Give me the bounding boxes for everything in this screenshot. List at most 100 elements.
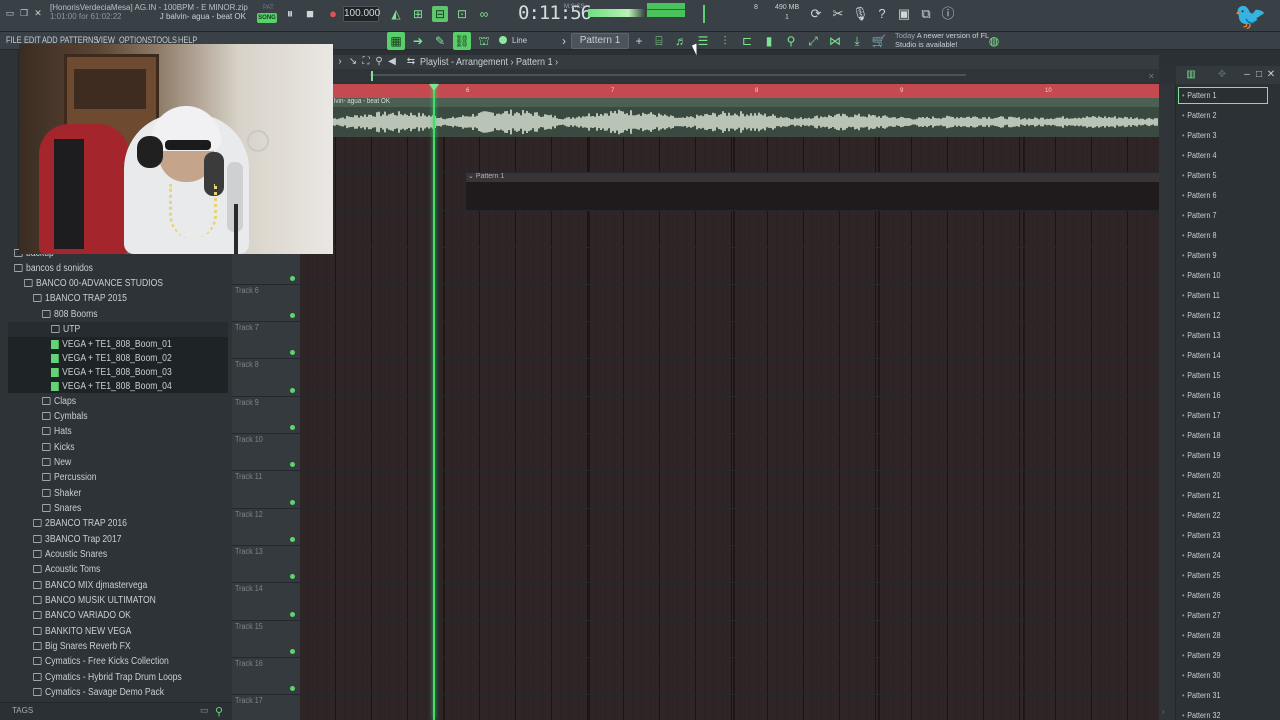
maximize-icon[interactable]: □ <box>1253 69 1265 81</box>
track-name[interactable]: Track 12 <box>235 510 263 519</box>
pattern-item[interactable]: Pattern 17 <box>1182 411 1220 420</box>
blend-notes-icon[interactable]: ⊡ <box>454 6 470 22</box>
song-mode-toggle[interactable]: SONG <box>257 13 277 23</box>
tree-folder[interactable]: UTP <box>51 323 80 337</box>
track-name[interactable]: Track 16 <box>235 659 263 668</box>
pattern-item[interactable]: Pattern 31 <box>1182 691 1220 700</box>
track-name[interactable]: Track 7 <box>235 323 259 332</box>
browser-icon[interactable]: ⌸ <box>650 32 668 50</box>
timeline-ruler[interactable] <box>333 84 1159 98</box>
playlist-scroll[interactable] <box>333 69 1159 83</box>
pattern-item[interactable]: Pattern 16 <box>1182 391 1220 400</box>
fullscreen-icon[interactable]: ⛶ <box>361 57 371 67</box>
pattern-item[interactable]: Pattern 10 <box>1182 271 1220 280</box>
pattern-item[interactable]: Pattern 19 <box>1182 451 1220 460</box>
pattern-item[interactable]: Pattern 27 <box>1182 611 1220 620</box>
channel-rack-icon[interactable]: ♬ <box>672 32 690 50</box>
tree-folder[interactable]: Cymbals <box>42 410 87 424</box>
arrow-right-icon[interactable]: ➔ <box>409 32 427 50</box>
pattern-item[interactable]: Pattern 23 <box>1182 531 1220 540</box>
minimize-icon[interactable]: ▭ <box>5 8 15 18</box>
track-name[interactable]: Track 8 <box>235 360 259 369</box>
pattern-tree-icon[interactable]: ⊏ <box>738 32 756 50</box>
tree-audio-file[interactable]: VEGA + TE1_808_Boom_02 <box>51 352 172 366</box>
picker-view-icon[interactable]: ▥ <box>1185 69 1197 81</box>
tree-folder[interactable]: BANCO 00-ADVANCE STUDIOS <box>24 277 163 291</box>
save-icon[interactable]: ▣ <box>896 6 912 22</box>
pattern-item[interactable]: Pattern 29 <box>1182 651 1220 660</box>
pattern-item[interactable]: Pattern 1 <box>1182 91 1216 100</box>
tree-folder[interactable]: 2BANCO TRAP 2016 <box>33 517 127 531</box>
tree-folder[interactable]: Shaker <box>42 487 81 501</box>
tree-folder[interactable]: BANCO MUSIK ULTIMATON <box>33 594 156 608</box>
track-mute-led[interactable] <box>290 313 295 318</box>
track-name[interactable]: Track 6 <box>235 286 259 295</box>
pause-icon[interactable]: ⏸ <box>282 6 298 22</box>
pattern-item[interactable]: Pattern 14 <box>1182 351 1220 360</box>
track-mute-led[interactable] <box>290 537 295 542</box>
tags-label[interactable]: TAGS <box>12 706 33 715</box>
speaker-icon[interactable]: ◀ <box>387 57 397 67</box>
playlist-scrollbar[interactable] <box>370 74 966 76</box>
tree-folder[interactable]: Percussion <box>42 471 97 485</box>
zoom-icon[interactable]: ⚲ <box>374 57 384 67</box>
pattern-item[interactable]: Pattern 4 <box>1182 151 1216 160</box>
track-mute-led[interactable] <box>290 350 295 355</box>
pattern-item[interactable]: Pattern 15 <box>1182 371 1220 380</box>
tempo-display[interactable]: 100.000 <box>343 6 380 22</box>
snap-selector[interactable]: Line <box>512 36 527 45</box>
pattern-item[interactable]: Pattern 12 <box>1182 311 1220 320</box>
microphone-icon[interactable]: 🎙 <box>852 6 869 22</box>
info-icon[interactable]: ⓘ <box>940 6 956 22</box>
news-panel[interactable]: Today A newer version of FL Studio is av… <box>895 31 995 49</box>
playlist-pattern[interactable]: Pattern 1 <box>516 57 553 68</box>
restore-icon[interactable]: ❐ <box>19 8 29 18</box>
pattern-item[interactable]: Pattern 3 <box>1182 131 1216 140</box>
pattern-item[interactable]: Pattern 7 <box>1182 211 1216 220</box>
plugin-icon[interactable]: ⧉ <box>918 6 934 22</box>
minimize-icon[interactable]: – <box>1241 69 1253 81</box>
track-name[interactable]: Track 13 <box>235 547 263 556</box>
arrows-icon[interactable]: ⇆ <box>406 57 416 67</box>
track-name[interactable]: Track 10 <box>235 435 263 444</box>
help-icon[interactable]: ? <box>874 6 890 22</box>
track-name[interactable]: Track 17 <box>235 696 263 705</box>
tree-audio-file[interactable]: VEGA + TE1_808_Boom_04 <box>51 380 172 394</box>
pattern-item[interactable]: Pattern 13 <box>1182 331 1220 340</box>
track-mute-led[interactable] <box>290 462 295 467</box>
pattern-item[interactable]: Pattern 32 <box>1182 711 1220 720</box>
picker-move-icon[interactable]: ✥ <box>1216 69 1228 81</box>
tree-folder[interactable]: Claps <box>42 395 76 409</box>
stop-icon[interactable]: ■ <box>302 6 318 22</box>
folder-icon[interactable]: ▭ <box>200 705 210 715</box>
add-pattern-icon[interactable]: + <box>630 32 648 50</box>
playlist-tool-icon[interactable]: ▦ <box>387 32 405 50</box>
tree-folder[interactable]: Acoustic Snares <box>33 548 107 562</box>
tree-folder[interactable]: New <box>42 456 71 470</box>
scroll-arrow-icon[interactable]: › <box>1162 707 1165 716</box>
pattern-item[interactable]: Pattern 9 <box>1182 251 1216 260</box>
tuner-icon[interactable]: ⤢ <box>804 32 822 50</box>
pattern-selector[interactable]: Pattern 1 <box>571 33 629 49</box>
metronome-icon[interactable]: ◭ <box>388 6 404 22</box>
loop-record-icon[interactable]: ∞ <box>476 6 492 22</box>
pat-mode-label[interactable]: PAT <box>263 5 274 11</box>
pattern-item[interactable]: Pattern 8 <box>1182 231 1216 240</box>
tree-folder[interactable]: Acoustic Toms <box>33 563 100 577</box>
pattern-item[interactable]: Pattern 24 <box>1182 551 1220 560</box>
tree-folder[interactable]: BANKITO NEW VEGA <box>33 625 131 639</box>
slice-icon[interactable]: ↘ <box>348 57 358 67</box>
cart-icon[interactable]: 🛒 <box>870 32 888 50</box>
track-mute-led[interactable] <box>290 574 295 579</box>
search-icon[interactable]: ⚲ <box>215 705 225 718</box>
snap-icon[interactable] <box>499 36 507 44</box>
tree-audio-file[interactable]: VEGA + TE1_808_Boom_03 <box>51 366 172 380</box>
pencil-icon[interactable]: ✎ <box>431 32 449 50</box>
globe-icon[interactable]: ◍ <box>985 32 1003 50</box>
track-mute-led[interactable] <box>290 388 295 393</box>
tree-folder[interactable]: Cymatics - Hybrid Trap Drum Loops <box>33 671 182 685</box>
refresh-icon[interactable]: ⟳ <box>808 6 824 22</box>
plugin-picker-icon[interactable]: ⚲ <box>782 32 800 50</box>
tree-folder[interactable]: BANCO VARIADO OK <box>33 609 131 623</box>
track-mute-led[interactable] <box>290 500 295 505</box>
